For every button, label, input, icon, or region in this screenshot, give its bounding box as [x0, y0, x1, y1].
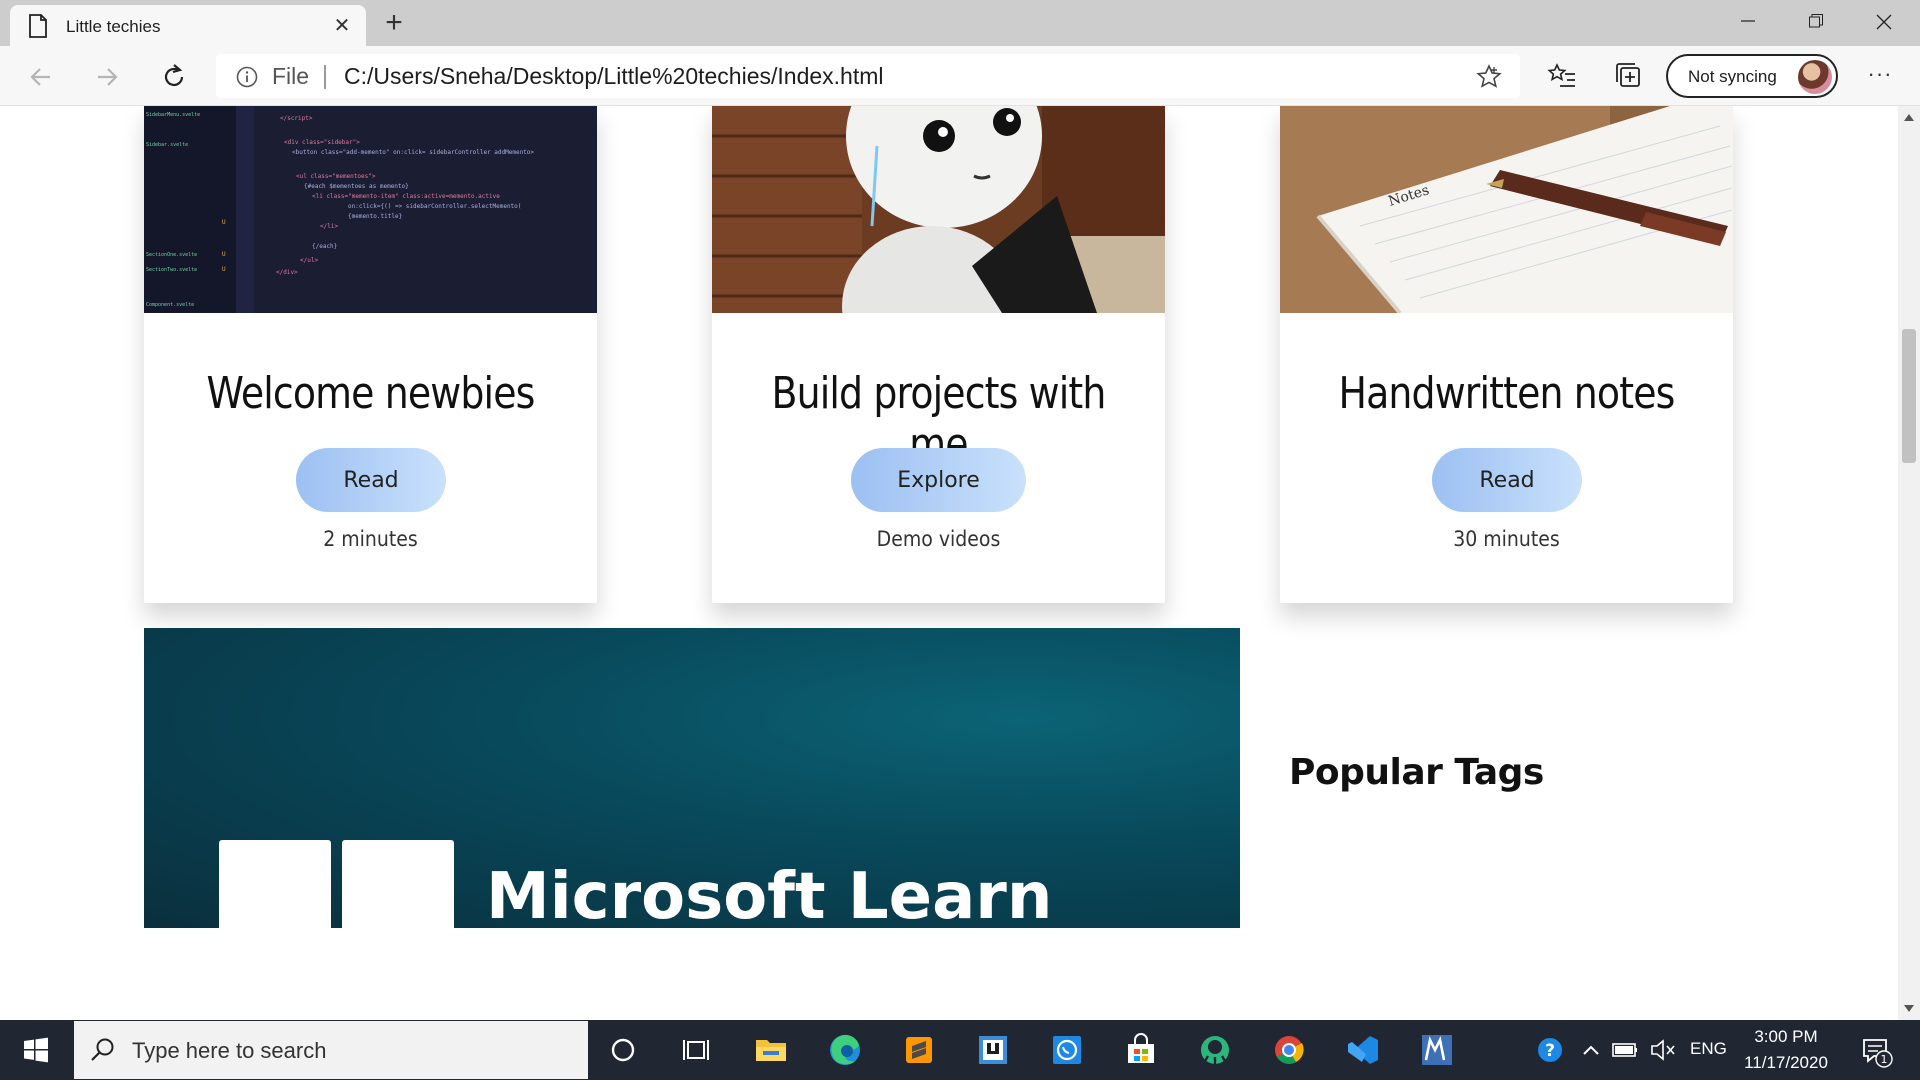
svg-text:</script>: </script> [280, 115, 313, 122]
svg-text:</div>: </div> [276, 269, 298, 276]
svg-text:Component.svelte: Component.svelte [146, 302, 194, 308]
task-view-icon[interactable] [660, 1020, 734, 1080]
svg-text:</li>: </li> [320, 223, 338, 230]
card-title: Handwritten notes [1338, 368, 1676, 419]
search-placeholder: Type here to search [132, 1038, 327, 1063]
whatsapp-icon[interactable] [1030, 1020, 1104, 1080]
close-window-button[interactable] [1850, 0, 1918, 44]
read-button[interactable]: Read [296, 448, 446, 512]
browser-toolbar: File C:/Users/Sneha/Desktop/Little%20tec… [0, 46, 1920, 106]
clock-time: 3:00 PM [1754, 1027, 1818, 1046]
ms-logo-square [219, 840, 331, 928]
card-welcome-newbies: </script> <div class="sidebar"> <button … [144, 106, 597, 603]
taskbar-search-box[interactable]: Type here to search [74, 1021, 588, 1079]
page-icon [29, 14, 47, 38]
forward-arrow-icon[interactable] [90, 60, 124, 94]
cortana-icon[interactable] [586, 1020, 660, 1080]
scroll-up-icon[interactable] [1904, 114, 1914, 121]
browser-tab-bar: Little techies ✕ + [0, 0, 1920, 46]
favorite-star-icon[interactable] [1476, 64, 1502, 90]
avatar [1798, 60, 1832, 94]
input-language[interactable]: ENG [1690, 1039, 1727, 1059]
svg-text:Sidebar.svelte: Sidebar.svelte [146, 142, 188, 148]
favorites-list-icon[interactable] [1546, 60, 1578, 92]
svg-text:{memento.title}: {memento.title} [348, 213, 402, 220]
microsoft-learn-banner[interactable]: Microsoft Learn [144, 628, 1240, 928]
svg-text:<button class="add-memento" on: <button class="add-memento" on:click= si… [292, 149, 534, 156]
search-icon [91, 1038, 114, 1061]
tab-title: Little techies [66, 17, 161, 36]
card-meta: 2 minutes [323, 527, 418, 551]
chevron-up-icon[interactable] [1578, 1020, 1604, 1080]
ms-logo-square [342, 840, 454, 928]
svg-text:U: U [222, 266, 226, 273]
minimize-button[interactable] [1714, 0, 1782, 44]
svg-text:SectionTwo.svelte: SectionTwo.svelte [146, 267, 197, 273]
new-tab-button[interactable]: + [376, 6, 412, 42]
svg-text:U: U [222, 251, 226, 258]
terminal-app-icon[interactable] [956, 1020, 1030, 1080]
read-button[interactable]: Read [1432, 448, 1582, 512]
sublime-text-icon[interactable] [882, 1020, 956, 1080]
back-arrow-icon[interactable] [24, 60, 58, 94]
edge-browser-icon[interactable] [808, 1020, 882, 1080]
clock-date: 11/17/2020 [1744, 1053, 1828, 1072]
scroll-down-icon[interactable] [1904, 1005, 1914, 1012]
page-scrollbar[interactable] [1898, 106, 1920, 1020]
card-meta: 30 minutes [1453, 527, 1560, 551]
svg-text:on:click={() => sidebarControl: on:click={() => sidebarController.select… [348, 203, 521, 210]
robot-image [712, 106, 1165, 313]
help-icon[interactable]: ? [1528, 1020, 1572, 1080]
url-text[interactable]: C:/Users/Sneha/Desktop/Little%20techies/… [344, 63, 884, 90]
profile-sync-button[interactable]: Not syncing [1666, 54, 1838, 98]
svg-text:SectionOne.svelte: SectionOne.svelte [146, 252, 197, 258]
card-title: Welcome newbies [206, 368, 536, 419]
address-bar[interactable]: File C:/Users/Sneha/Desktop/Little%20tec… [216, 54, 1520, 98]
svg-text:<div class="sidebar">: <div class="sidebar"> [284, 139, 360, 146]
microsoft-store-icon[interactable] [1104, 1020, 1178, 1080]
close-tab-icon[interactable]: ✕ [328, 12, 356, 40]
sync-status-label: Not syncing [1688, 67, 1777, 86]
svg-text:SidebarMenu.svelte: SidebarMenu.svelte [146, 112, 200, 118]
info-icon[interactable] [236, 66, 258, 88]
notification-center-icon[interactable]: 1 [1852, 1020, 1900, 1080]
windows-taskbar: Type here to search ? ENG 3:00 PM 11/17/… [0, 1020, 1920, 1080]
svg-text:{/each}: {/each} [312, 243, 337, 250]
mysql-workbench-icon[interactable] [1400, 1020, 1474, 1080]
card-build-projects: Build projects with me Explore Demo vide… [712, 106, 1165, 603]
chrome-icon[interactable] [1252, 1020, 1326, 1080]
vscode-icon[interactable] [1326, 1020, 1400, 1080]
restore-button[interactable] [1782, 0, 1850, 44]
svg-text:<ul class="mementoes">: <ul class="mementoes"> [296, 173, 376, 180]
popular-tags-heading: Popular Tags [1289, 752, 1544, 793]
settings-menu-icon[interactable]: ··· [1862, 60, 1898, 92]
explore-button[interactable]: Explore [851, 448, 1026, 512]
page-viewport: </script> <div class="sidebar"> <button … [0, 106, 1898, 1020]
svg-text:<li class="memento-item" class: <li class="memento-item" class:active=me… [312, 193, 500, 200]
file-explorer-icon[interactable] [734, 1020, 808, 1080]
notebook-image: Notes [1280, 106, 1733, 313]
svg-text:{#each $mementoes as memento}: {#each $mementoes as memento} [304, 183, 409, 190]
address-divider [324, 65, 326, 89]
card-meta: Demo videos [876, 527, 1001, 551]
notification-count: 1 [1881, 1053, 1888, 1066]
scheme-label: File [272, 63, 310, 89]
banner-title: Microsoft Learn [486, 860, 1053, 928]
code-editor-image: </script> <div class="sidebar"> <button … [144, 106, 597, 313]
svg-text:U: U [222, 219, 226, 226]
scroll-thumb[interactable] [1902, 329, 1916, 463]
browser-tab[interactable]: Little techies ✕ [10, 5, 366, 46]
system-clock[interactable]: 3:00 PM 11/17/2020 [1736, 1024, 1836, 1076]
svg-text:</ul>: </ul> [300, 257, 318, 264]
windows-start-icon[interactable] [0, 1020, 72, 1080]
battery-icon[interactable] [1608, 1020, 1642, 1080]
card-handwritten-notes: Notes Handwritten notes Read 30 minutes [1280, 106, 1733, 603]
gitkraken-icon[interactable] [1178, 1020, 1252, 1080]
svg-text:?: ? [1545, 1041, 1555, 1061]
collections-icon[interactable] [1613, 60, 1645, 92]
volume-muted-icon[interactable] [1646, 1020, 1680, 1080]
refresh-icon[interactable] [157, 60, 191, 94]
